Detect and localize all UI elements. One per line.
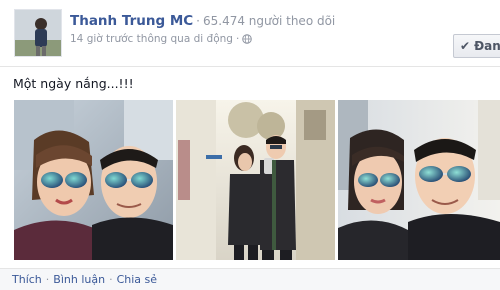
post-action-bar: Thích · Bình luận · Chia sẻ — [0, 268, 500, 290]
like-link[interactable]: Thích — [12, 273, 42, 286]
separator-dot: · — [196, 14, 200, 28]
header-divider — [0, 66, 500, 67]
following-button[interactable]: ✔ Đang — [453, 34, 500, 58]
meta-separator-dot: · — [235, 33, 240, 45]
post-meta: 14 giờ trước thông qua di động · — [70, 33, 253, 45]
action-separator-dot: · — [45, 273, 50, 286]
mirror-photo-2[interactable] — [176, 100, 335, 260]
page-name[interactable]: Thanh Trung MC — [70, 13, 193, 29]
share-link[interactable]: Chia sẻ — [117, 273, 157, 286]
follower-count: 65.474 người theo dõi — [203, 14, 336, 28]
post-timestamp[interactable]: 14 giờ trước thông qua di động — [70, 33, 233, 45]
photo-grid — [14, 100, 500, 260]
avatar-image — [15, 10, 61, 56]
comment-link[interactable]: Bình luận — [53, 273, 105, 286]
post-header: Thanh Trung MC · 65.474 người theo dõi 14 … — [0, 0, 500, 66]
selfie-photo-1[interactable] — [14, 100, 173, 260]
page-name-link[interactable]: Thanh Trung MC · 65.474 người theo dõi — [70, 13, 335, 29]
following-button-label: Đang — [474, 39, 500, 53]
check-icon: ✔ — [460, 39, 471, 53]
selfie-photo-3[interactable] — [338, 100, 500, 260]
page-avatar[interactable] — [14, 9, 62, 57]
globe-icon[interactable] — [242, 34, 253, 44]
post-text: Một ngày nắng...!!! — [13, 76, 134, 91]
action-separator-dot: · — [109, 273, 113, 286]
